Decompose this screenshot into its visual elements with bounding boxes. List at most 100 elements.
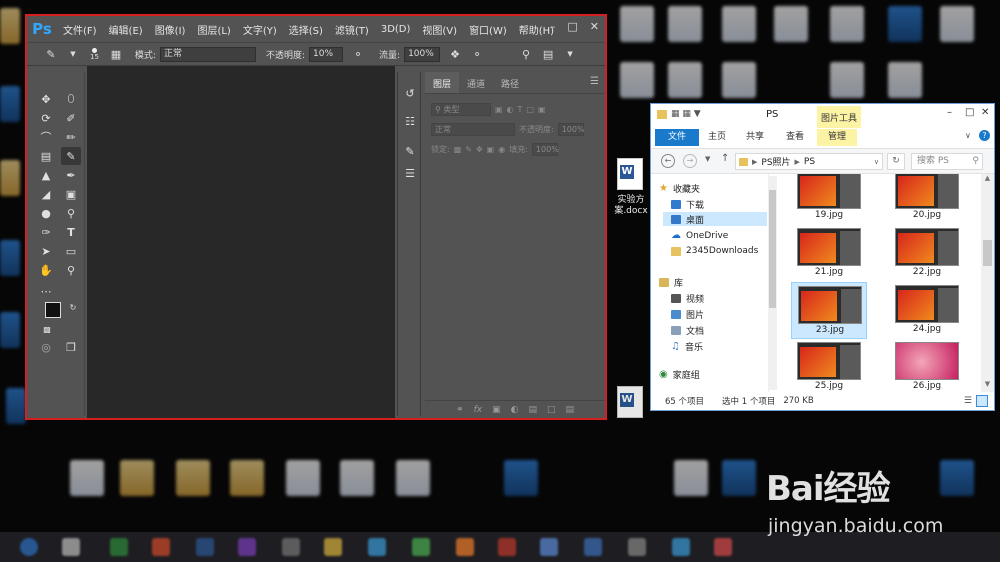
taskbar-app-icon[interactable]	[672, 538, 690, 556]
brush-settings-panel-icon[interactable]: ✎	[400, 142, 420, 160]
nav-favorites[interactable]: ★ 收藏夹	[659, 182, 700, 195]
help-icon[interactable]: ?	[979, 130, 990, 141]
flow-field[interactable]: 100%	[404, 46, 441, 62]
file-tile[interactable]: 21.jpg	[791, 225, 867, 282]
nav-homegroup[interactable]: ◉ 家庭组	[659, 368, 700, 381]
nav-2345downloads[interactable]: 2345Downloads	[671, 246, 758, 256]
file-tile[interactable]: 26.jpg	[889, 339, 965, 392]
brush-tool-preset-icon[interactable]: ✎	[43, 46, 59, 62]
edit-toolbar-icon[interactable]: ⋯	[36, 282, 56, 300]
filter-shape-icon[interactable]: □	[526, 105, 534, 114]
lock-pixels-icon[interactable]: ✎	[465, 145, 472, 154]
desktop-document-icon[interactable]	[722, 62, 756, 98]
large-icons-view-icon[interactable]	[976, 395, 988, 407]
link-layers-icon[interactable]: ⚭	[456, 405, 464, 415]
desktop-app-icon[interactable]	[722, 460, 756, 496]
airbrush-icon[interactable]: ❖	[447, 46, 463, 62]
menu-select[interactable]: 选择(S)	[283, 22, 329, 37]
lock-all-icon[interactable]: ◉	[498, 145, 505, 154]
filter-smart-object-icon[interactable]: ▣	[538, 105, 546, 114]
desktop-app-icon[interactable]	[888, 6, 922, 42]
desktop-document-icon[interactable]	[888, 62, 922, 98]
details-view-icon[interactable]: ☰	[964, 396, 972, 406]
taskbar-app-icon[interactable]	[196, 538, 214, 556]
menu-type[interactable]: 文字(Y)	[237, 22, 283, 37]
maximize-icon[interactable]: □	[567, 20, 577, 33]
eraser-tool-icon[interactable]: ◢	[36, 185, 56, 203]
nav-scrollbar[interactable]	[768, 176, 777, 390]
path-selection-tool-icon[interactable]: ➤	[36, 242, 56, 260]
taskbar-app-icon[interactable]	[238, 538, 256, 556]
taskbar-app-icon[interactable]	[368, 538, 386, 556]
search-icon[interactable]: ⚲	[518, 46, 534, 62]
desktop-document-icon[interactable]	[674, 460, 708, 496]
pressure-opacity-icon[interactable]: ⚬	[350, 46, 366, 62]
desktop-folder-icon[interactable]	[230, 460, 264, 496]
taskbar-app-icon[interactable]	[456, 538, 474, 556]
layer-opacity-field[interactable]: 100%	[557, 122, 585, 136]
layer-mask-icon[interactable]: ▣	[492, 405, 501, 415]
desktop-app-icon[interactable]	[0, 240, 20, 276]
quick-selection-tool-icon[interactable]: ✐	[61, 109, 81, 127]
taskbar-app-icon[interactable]	[584, 538, 602, 556]
crop-tool-icon[interactable]: ⌒	[36, 128, 56, 146]
blur-tool-icon[interactable]: ●	[36, 204, 56, 222]
nav-library[interactable]: 库	[659, 276, 683, 289]
taskbar-app-icon[interactable]	[282, 538, 300, 556]
chevron-down-icon[interactable]: ∨	[965, 131, 971, 140]
search-input[interactable]: 搜索 PS ⚲	[911, 153, 983, 170]
lock-position-icon[interactable]: ✥	[476, 145, 483, 154]
file-tile[interactable]: 25.jpg	[791, 339, 867, 392]
nav-pictures[interactable]: 图片	[671, 308, 704, 321]
taskbar-app-icon[interactable]	[628, 538, 646, 556]
file-explorer-window[interactable]: ▦ ▦ ▼ PS 图片工具 – □ ✕ 文件 主页 共享 查看 管理 ∨ ? ←…	[650, 103, 995, 411]
desktop-app-icon[interactable]	[0, 312, 20, 348]
scroll-down-icon[interactable]: ▼	[981, 380, 994, 390]
dodge-tool-icon[interactable]: ⚲	[61, 204, 81, 222]
back-icon[interactable]: ←	[661, 154, 675, 168]
menu-file[interactable]: 文件(F)	[57, 22, 103, 37]
brush-tool-icon[interactable]: ✎	[61, 147, 81, 165]
nav-scrollbar-thumb[interactable]	[769, 190, 776, 308]
file-tile[interactable]: 23.jpg	[791, 282, 867, 339]
lock-transparent-icon[interactable]: ▩	[454, 145, 462, 154]
rectangle-tool-icon[interactable]: ▭	[61, 242, 81, 260]
clone-stamp-tool-icon[interactable]: ▲	[36, 166, 56, 184]
mode-select[interactable]: 正常	[159, 46, 256, 62]
layer-style-icon[interactable]: fx	[474, 405, 483, 415]
minimize-icon[interactable]: –	[550, 20, 556, 33]
swap-colors-icon[interactable]: ↻	[63, 298, 83, 316]
desktop-folder-icon[interactable]	[0, 8, 20, 44]
nav-desktop[interactable]: 桌面	[663, 212, 767, 226]
tab-layers[interactable]: 图层	[425, 72, 460, 93]
desktop-document-icon[interactable]	[774, 6, 808, 42]
taskbar-app-icon[interactable]	[498, 538, 516, 556]
filter-adjustment-icon[interactable]: ◐	[507, 105, 514, 114]
desktop-document-icon[interactable]	[620, 62, 654, 98]
refresh-icon[interactable]: ↻	[887, 153, 905, 170]
pressure-size-icon[interactable]: ⚬	[469, 46, 485, 62]
desktop-folder-icon[interactable]	[120, 460, 154, 496]
minimize-icon[interactable]: –	[947, 107, 952, 118]
menu-view[interactable]: 视图(V)	[416, 22, 463, 37]
address-bar[interactable]: ▶ PS照片 ▶ PS ∨	[735, 153, 883, 170]
adjustment-layer-icon[interactable]: ◐	[511, 405, 519, 415]
up-icon[interactable]: ↑	[721, 153, 729, 164]
filter-type-icon[interactable]: T	[518, 105, 523, 114]
default-colors-icon[interactable]: ▩	[37, 320, 57, 338]
taskbar-app-icon[interactable]	[714, 538, 732, 556]
taskbar-app-icon[interactable]	[412, 538, 430, 556]
ribbon-tab-share[interactable]: 共享	[737, 129, 773, 146]
workspace-icon[interactable]: ▤	[540, 46, 556, 62]
blend-mode-select[interactable]: 正常	[431, 122, 515, 136]
desktop-document-icon[interactable]	[396, 460, 430, 496]
screen-mode-icon[interactable]: ❐	[61, 338, 81, 356]
new-group-icon[interactable]: ▤	[528, 405, 537, 415]
close-icon[interactable]: ✕	[981, 107, 989, 118]
healing-brush-tool-icon[interactable]: ▤	[36, 147, 56, 165]
brush-size-picker[interactable]: 15	[90, 47, 99, 61]
ribbon-tab-view[interactable]: 查看	[777, 129, 813, 146]
ribbon-tab-file[interactable]: 文件	[655, 129, 699, 146]
type-tool-icon[interactable]: T	[61, 223, 81, 241]
foreground-color-swatch[interactable]	[45, 302, 61, 318]
